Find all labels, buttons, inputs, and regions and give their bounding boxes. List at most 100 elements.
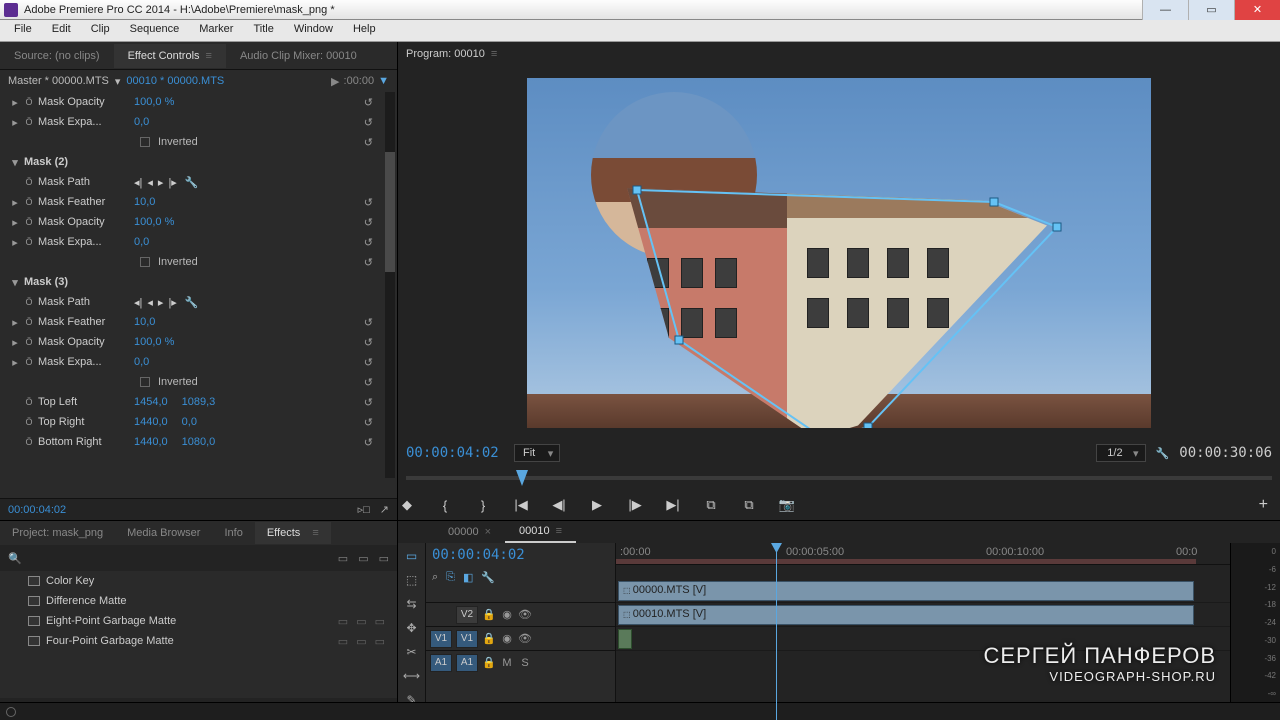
lift-icon[interactable]: ⧉ — [702, 497, 720, 513]
timeline-ruler[interactable]: :00:00 00:00:05:00 00:00:10:00 00:0 — [616, 543, 1230, 565]
settings-icon[interactable]: 🔧 — [1156, 447, 1170, 460]
stopwatch-icon[interactable]: Ö — [24, 297, 34, 307]
stopwatch-icon[interactable]: Ö — [24, 217, 34, 227]
track-v1[interactable]: ⬚ 00010.MTS [V] — [616, 603, 1230, 627]
out-brace-icon[interactable]: } — [474, 498, 492, 513]
expand-icon[interactable]: ▸ — [10, 196, 20, 209]
menu-file[interactable]: File — [4, 20, 42, 41]
minimize-button[interactable]: — — [1142, 0, 1188, 20]
export-frame-icon[interactable]: 📷 — [778, 497, 796, 513]
stopwatch-icon[interactable]: Ö — [24, 437, 34, 447]
ec-play-icon[interactable]: ▶ — [331, 75, 339, 88]
close-button[interactable]: ✕ — [1234, 0, 1280, 20]
panel-menu-icon[interactable]: ≡ — [206, 50, 212, 62]
panel-menu-icon[interactable]: ≡ — [556, 525, 562, 537]
lock-icon[interactable]: 🔒 — [482, 656, 496, 669]
tab-project[interactable]: Project: mask_png — [0, 522, 115, 544]
menu-clip[interactable]: Clip — [81, 20, 120, 41]
fx-badge-icon[interactable]: ▭ — [379, 552, 389, 565]
reset-icon[interactable]: ↺ — [364, 96, 373, 109]
mask3-header[interactable]: ▾ Mask (3) — [0, 272, 381, 292]
stopwatch-icon[interactable]: Ö — [24, 97, 34, 107]
stopwatch-icon[interactable]: Ö — [24, 237, 34, 247]
reset-icon[interactable]: ↺ — [364, 236, 373, 249]
program-current-time[interactable]: 00:00:04:02 — [406, 445, 514, 461]
keyframe-controls[interactable]: ◂|◂▸|▸ — [134, 296, 177, 309]
stopwatch-icon[interactable]: Ö — [24, 357, 34, 367]
mask-polygon-outline[interactable] — [637, 190, 1057, 428]
search-icon[interactable]: 🔍 — [8, 552, 22, 565]
step-back-icon[interactable]: ◀| — [550, 497, 568, 513]
collapse-icon[interactable]: ▾ — [10, 156, 20, 169]
ec-scrollbar-thumb[interactable] — [385, 152, 395, 272]
panel-menu-icon[interactable]: ≡ — [491, 48, 497, 60]
reset-icon[interactable]: ↺ — [364, 356, 373, 369]
stopwatch-icon[interactable]: Ö — [24, 337, 34, 347]
program-title[interactable]: Program: 00010 — [406, 48, 485, 60]
settings-icon[interactable]: 🔧 — [481, 571, 495, 584]
clip-v1[interactable]: ⬚ 00010.MTS [V] — [618, 605, 1194, 625]
track-header-v2[interactable]: V2 🔒◉👁 — [426, 602, 615, 626]
wrench-icon[interactable]: 🔧 — [185, 296, 199, 309]
inverted-checkbox[interactable] — [140, 257, 150, 267]
stopwatch-icon[interactable]: Ö — [24, 317, 34, 327]
fx-badge-icon[interactable]: ▭ — [338, 552, 348, 565]
stopwatch-icon[interactable]: Ö — [24, 397, 34, 407]
program-monitor[interactable] — [527, 78, 1151, 428]
eye-icon[interactable]: 👁 — [518, 608, 532, 621]
tab-effect-controls[interactable]: Effect Controls≡ — [114, 44, 226, 68]
reset-icon[interactable]: ↺ — [364, 216, 373, 229]
linked-sel-icon[interactable]: ⎘ — [446, 571, 455, 584]
snap-icon[interactable]: ⌕ — [432, 571, 438, 584]
inverted-checkbox[interactable] — [140, 377, 150, 387]
wrench-icon[interactable]: 🔧 — [185, 176, 199, 189]
tab-media-browser[interactable]: Media Browser — [115, 522, 212, 544]
mask2-header[interactable]: ▾ Mask (2) — [0, 152, 381, 172]
timeline-tab-2[interactable]: 00010≡ — [505, 521, 576, 543]
clip-a1[interactable] — [618, 629, 632, 649]
go-to-out-icon[interactable]: ▶| — [664, 497, 682, 513]
menu-help[interactable]: Help — [343, 20, 386, 41]
eye-icon[interactable]: 👁 — [518, 632, 532, 645]
reset-icon[interactable]: ↺ — [364, 336, 373, 349]
toggle-icon[interactable]: ◉ — [500, 632, 514, 645]
effect-item[interactable]: Four-Point Garbage Matte▭▭▭ — [0, 631, 397, 651]
clip-v2[interactable]: ⬚ 00000.MTS [V] — [618, 581, 1194, 601]
effects-search-input[interactable] — [30, 552, 330, 564]
rate-tool-icon[interactable]: ✥ — [406, 621, 416, 637]
track-a1[interactable] — [616, 627, 1230, 651]
menu-marker[interactable]: Marker — [189, 20, 243, 41]
ec-current-time[interactable]: 00:00:04:02 — [8, 504, 66, 516]
reset-icon[interactable]: ↺ — [364, 396, 373, 409]
stopwatch-icon[interactable]: Ö — [24, 417, 34, 427]
inverted-checkbox[interactable] — [140, 137, 150, 147]
expand-icon[interactable]: ▸ — [10, 96, 20, 109]
panel-menu-icon[interactable]: ≡ — [306, 527, 319, 539]
step-fwd-icon[interactable]: |▶ — [626, 497, 644, 513]
track-header-a1[interactable]: A1A1 🔒 M S — [426, 650, 615, 674]
fx-badge-icon[interactable]: ▭ — [358, 552, 368, 565]
tab-source[interactable]: Source: (no clips) — [0, 44, 114, 68]
lock-icon[interactable]: 🔒 — [482, 632, 496, 645]
ec-link-clip[interactable]: 00010 * 00000.MTS — [126, 75, 224, 87]
timeline-track-area[interactable]: :00:00 00:00:05:00 00:00:10:00 00:0 ⬚ 00… — [616, 543, 1230, 720]
mute-button[interactable]: M — [500, 657, 514, 669]
close-tab-icon[interactable]: × — [485, 526, 491, 538]
ec-footer-icon1[interactable]: ▹□ — [358, 503, 370, 516]
tab-effects[interactable]: Effects ≡ — [255, 522, 331, 544]
ec-playhead-icon[interactable]: ▼ — [378, 75, 389, 87]
mark-in-icon[interactable]: ◆ — [398, 497, 416, 513]
in-brace-icon[interactable]: { — [436, 498, 454, 513]
collapse-icon[interactable]: ▾ — [10, 276, 20, 289]
keyframe-controls[interactable]: ◂|◂▸|▸ — [134, 176, 177, 189]
track-header-v1[interactable]: V1V1 🔒◉👁 — [426, 626, 615, 650]
add-button-icon[interactable]: + — [1259, 496, 1268, 514]
timeline-tab-1[interactable]: 00000× — [434, 522, 505, 542]
solo-button[interactable]: S — [518, 657, 532, 669]
effect-item[interactable]: Color Key — [0, 571, 397, 591]
menu-window[interactable]: Window — [284, 20, 343, 41]
lock-icon[interactable]: 🔒 — [482, 608, 496, 621]
razor-tool-icon[interactable]: ✂ — [406, 645, 416, 661]
menu-sequence[interactable]: Sequence — [120, 20, 190, 41]
reset-icon[interactable]: ↺ — [364, 196, 373, 209]
